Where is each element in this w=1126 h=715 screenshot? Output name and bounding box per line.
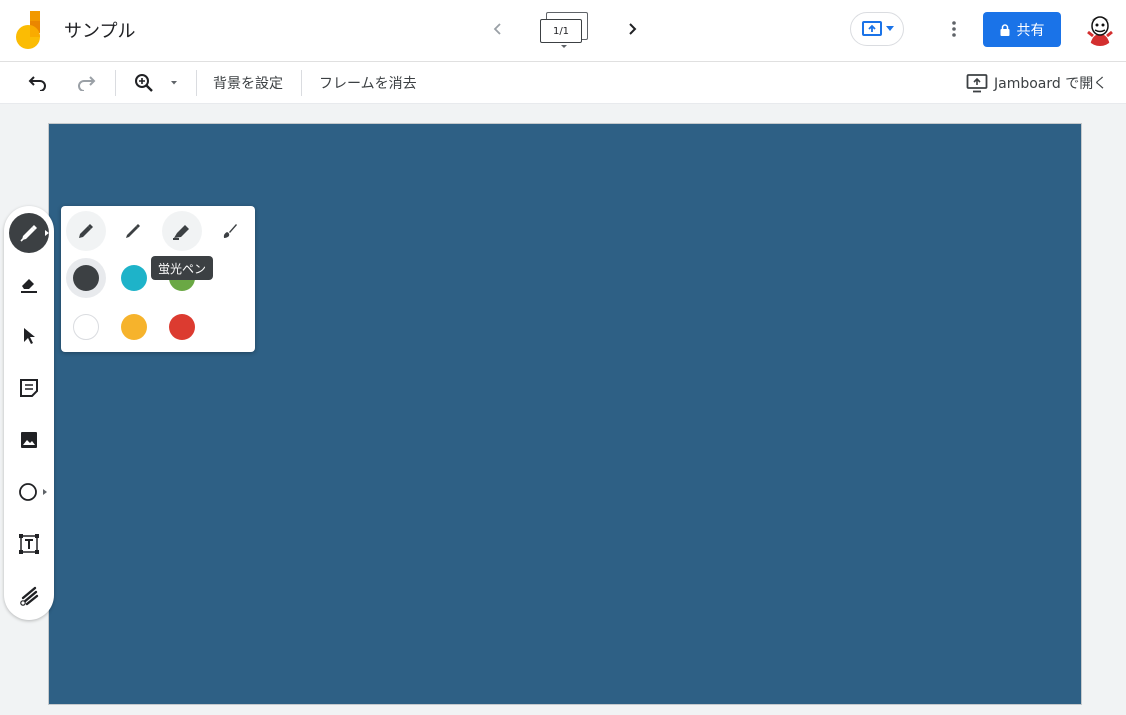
top-bar: サンプル 1/1 共有 bbox=[0, 0, 1126, 62]
color-swatch-yellow[interactable] bbox=[114, 307, 154, 347]
zoom-menu-button[interactable] bbox=[168, 71, 180, 95]
previous-frame-button[interactable] bbox=[486, 17, 510, 41]
highlighter-icon bbox=[173, 225, 189, 240]
open-in-app-icon bbox=[966, 74, 988, 93]
frame-counter: 1/1 bbox=[540, 19, 582, 43]
color-swatch-charcoal[interactable] bbox=[66, 258, 106, 298]
account-avatar[interactable] bbox=[1084, 12, 1116, 46]
eraser-icon bbox=[21, 279, 37, 293]
color-swatch-red[interactable] bbox=[162, 307, 202, 347]
color-dot bbox=[169, 314, 195, 340]
side-tool-bar bbox=[4, 206, 54, 620]
zoom-in-icon bbox=[135, 74, 153, 92]
document-title[interactable]: サンプル bbox=[64, 17, 135, 43]
sticky-note-tool-button[interactable] bbox=[9, 368, 49, 408]
chevron-right-icon bbox=[629, 23, 637, 35]
image-icon bbox=[21, 432, 37, 448]
color-dot bbox=[73, 314, 99, 340]
color-dot bbox=[121, 314, 147, 340]
share-button-label: 共有 bbox=[1016, 22, 1045, 39]
pen-option[interactable] bbox=[113, 211, 153, 251]
present-button[interactable] bbox=[850, 12, 904, 46]
image-tool-button[interactable] bbox=[9, 420, 49, 460]
undo-icon bbox=[28, 76, 46, 91]
toolbar-divider bbox=[115, 70, 116, 96]
pen-tool-button[interactable] bbox=[9, 213, 49, 253]
toolbar: 背景を設定 フレームを消去 Jamboard で開く bbox=[0, 62, 1126, 104]
undo-button[interactable] bbox=[26, 71, 50, 95]
jamboard-logo[interactable] bbox=[16, 11, 42, 49]
caret-down-icon bbox=[885, 26, 894, 31]
more-vert-icon bbox=[952, 21, 956, 37]
marker-icon bbox=[79, 224, 93, 238]
open-in-jamboard-label: Jamboard で開く bbox=[994, 76, 1108, 92]
pen-icon bbox=[126, 224, 140, 238]
brush-icon bbox=[223, 224, 237, 238]
caret-down-icon bbox=[561, 45, 567, 48]
color-dot bbox=[121, 265, 147, 291]
highlighter-option[interactable] bbox=[162, 211, 202, 251]
pen-icon bbox=[20, 225, 37, 242]
marker-option[interactable] bbox=[66, 211, 106, 251]
redo-icon bbox=[78, 76, 96, 91]
open-in-jamboard-button[interactable]: Jamboard で開く bbox=[966, 71, 1107, 95]
brush-option[interactable] bbox=[210, 211, 250, 251]
color-swatch-white[interactable] bbox=[66, 307, 106, 347]
text-box-tool-button[interactable] bbox=[9, 524, 49, 564]
toolbar-divider bbox=[301, 70, 302, 96]
toolbar-divider bbox=[196, 70, 197, 96]
lock-icon bbox=[1000, 23, 1009, 36]
circle-icon bbox=[19, 483, 37, 501]
more-options-button[interactable] bbox=[942, 17, 966, 41]
sticky-note-icon bbox=[20, 379, 38, 397]
set-background-button[interactable]: 背景を設定 bbox=[213, 73, 283, 93]
color-dot bbox=[73, 265, 99, 291]
shape-tool-button[interactable] bbox=[9, 472, 49, 512]
highlighter-tooltip: 蛍光ペン bbox=[151, 256, 214, 280]
color-swatch-teal[interactable] bbox=[114, 258, 154, 298]
caret-right-icon bbox=[45, 230, 49, 236]
clear-frame-button[interactable]: フレームを消去 bbox=[319, 73, 417, 93]
zoom-button[interactable] bbox=[132, 71, 156, 95]
laser-tool-button[interactable] bbox=[9, 576, 49, 616]
frame-bar-toggle[interactable]: 1/1 bbox=[540, 12, 590, 50]
caret-right-icon bbox=[43, 489, 47, 495]
text-box-icon bbox=[19, 534, 39, 554]
laser-icon bbox=[20, 586, 39, 606]
redo-button[interactable] bbox=[74, 71, 98, 95]
eraser-tool-button[interactable] bbox=[9, 264, 49, 304]
next-frame-button[interactable] bbox=[620, 17, 644, 41]
cursor-icon bbox=[24, 328, 35, 344]
share-button[interactable]: 共有 bbox=[983, 12, 1061, 47]
chevron-left-icon bbox=[493, 23, 501, 35]
present-to-screen-icon bbox=[861, 21, 882, 36]
caret-down-icon bbox=[171, 81, 177, 85]
select-tool-button[interactable] bbox=[9, 316, 49, 356]
